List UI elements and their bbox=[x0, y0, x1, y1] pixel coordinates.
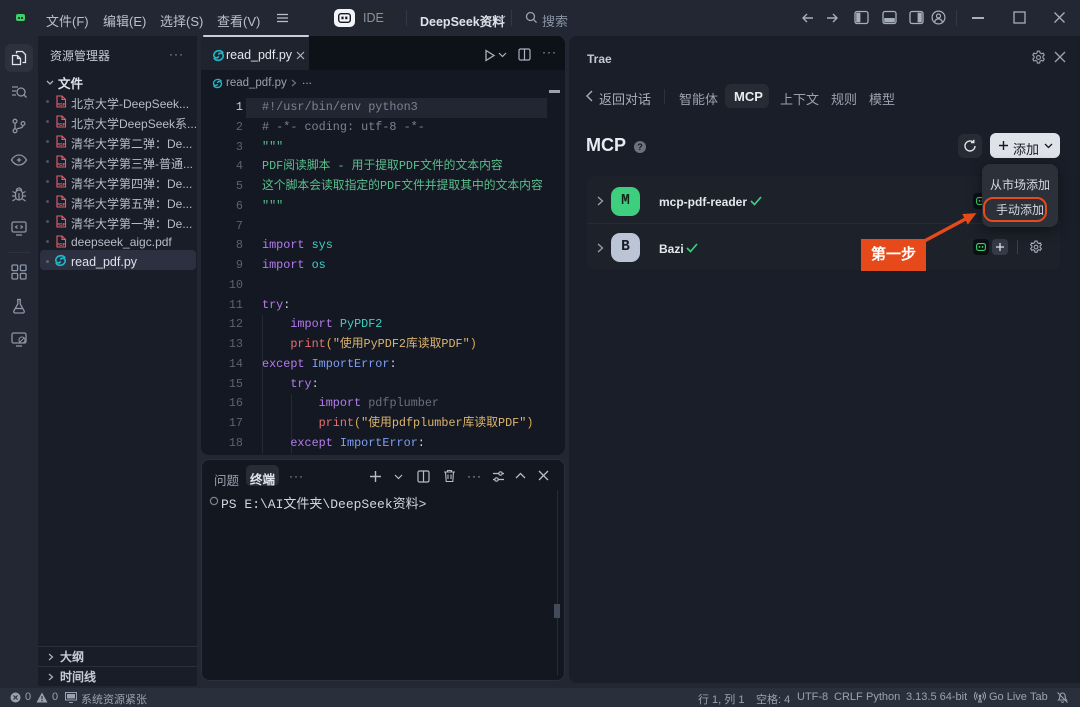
svg-text:PDF: PDF bbox=[56, 142, 65, 147]
svg-text:PDF: PDF bbox=[56, 162, 65, 167]
svg-text:PDF: PDF bbox=[56, 182, 65, 187]
svg-text:PDF: PDF bbox=[56, 222, 65, 227]
svg-text:PDF: PDF bbox=[56, 122, 65, 127]
svg-text:PDF: PDF bbox=[56, 102, 65, 107]
svg-text:?: ? bbox=[637, 142, 643, 152]
svg-text:PDF: PDF bbox=[56, 242, 65, 247]
svg-text:PDF: PDF bbox=[56, 202, 65, 207]
